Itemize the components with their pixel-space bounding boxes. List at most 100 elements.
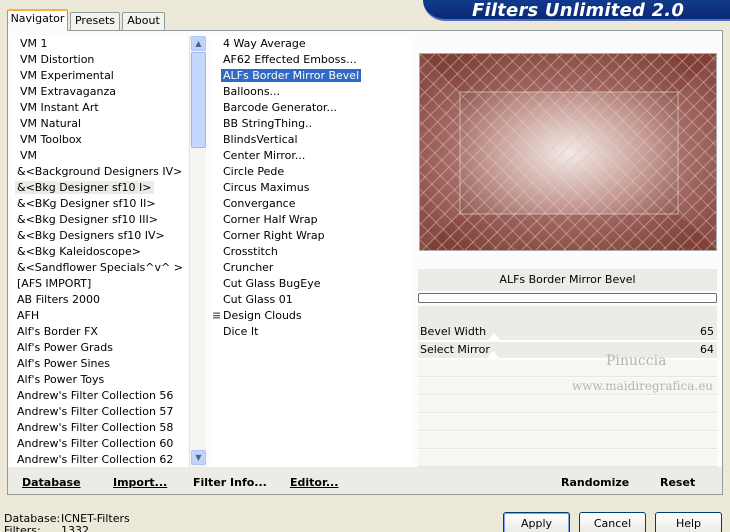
category-item[interactable]: Andrew's Filter Collection 57 [12,404,188,420]
category-item[interactable]: &<BKg Designer sf10 II> [12,196,188,212]
category-label: VM Toolbox [20,133,82,146]
category-item[interactable]: VM Extravaganza [12,84,188,100]
scroll-thumb[interactable] [191,52,206,148]
filter-item[interactable]: Barcode Generator... [211,100,411,116]
filter-item[interactable]: 4 Way Average [211,36,411,52]
category-label: Andrew's Filter Collection 57 [17,405,174,418]
filter-label: BlindsVertical [223,133,298,146]
category-item[interactable]: Alf's Power Grads [12,340,188,356]
param-row-bevel-width[interactable]: Bevel Width 65 [418,324,717,341]
category-item[interactable]: VM Distortion [12,52,188,68]
tab-navigator[interactable]: Navigator [7,9,68,31]
category-item[interactable]: &<Sandflower Specials^v^ > [12,260,188,276]
progress-bar [418,293,717,303]
filter-info-label: Filter Info... [193,476,267,489]
filter-item[interactable]: Convergance [211,196,411,212]
category-item[interactable]: AFH [12,308,188,324]
category-item[interactable]: VM Natural [12,116,188,132]
filter-item[interactable]: ≡ Design Clouds [211,308,411,324]
database-button[interactable]: Database [22,476,81,489]
category-item[interactable]: Alf's Border FX [12,324,188,340]
app-title: Filters Unlimited 2.0 [472,0,685,21]
param-row-empty [418,396,717,413]
filter-item[interactable]: Corner Half Wrap [211,212,411,228]
reset-button[interactable]: Reset [660,476,695,489]
category-list[interactable]: VM 1 VM Distortion VM Experimental VM Extra… [12,36,188,467]
watermark-name: Pinuccia [606,353,667,369]
category-item[interactable]: Alf's Power Toys [12,372,188,388]
editor-button[interactable]: Editor... [290,476,338,489]
filter-item[interactable]: BB StringThing.. [211,116,411,132]
filter-item[interactable]: Corner Right Wrap [211,228,411,244]
filter-item[interactable]: ALFs Border Mirror Bevel [211,68,411,84]
tab-presets[interactable]: Presets [70,12,120,30]
category-item[interactable]: VM 1 [12,36,188,52]
category-label: AB Filters 2000 [17,293,101,306]
cancel-button[interactable]: Cancel [579,512,646,532]
preview-graphic [420,54,716,250]
filter-item[interactable]: AF62 Effected Emboss... [211,52,411,68]
filter-item[interactable]: Crosstitch [211,244,411,260]
category-item[interactable]: &<Bkg Kaleidoscope> [12,244,188,260]
filter-label: ALFs Border Mirror Bevel [221,69,362,82]
help-button[interactable]: Help [655,512,722,532]
filter-list[interactable]: 4 Way Average AF62 Effected Emboss... ALFs… [211,36,411,467]
category-item[interactable]: Andrew's Filter Collection 58 [12,420,188,436]
tab-label: About [127,14,160,27]
category-item[interactable]: &<Bkg Designers sf10 IV> [12,228,188,244]
filter-label: Dice It [223,325,259,338]
category-label: Alf's Border FX [17,325,98,338]
category-item[interactable]: AB Filters 2000 [12,292,188,308]
filter-item[interactable]: Cruncher [211,260,411,276]
filter-label: Circle Pede [223,165,285,178]
category-item[interactable]: Andrew's Filter Collection 56 [12,388,188,404]
scroll-down-icon[interactable]: ▼ [191,450,206,465]
filter-label: Circus Maximus [223,181,310,194]
apply-button[interactable]: Apply [503,512,570,532]
filter-item[interactable]: Cut Glass 01 [211,292,411,308]
category-scrollbar[interactable]: ▲ ▼ [189,36,206,467]
category-item[interactable]: VM [12,148,188,164]
category-item[interactable]: &<Bkg Designer sf10 III> [12,212,188,228]
category-item[interactable]: VM Toolbox [12,132,188,148]
category-item[interactable]: VM Instant Art [12,100,188,116]
filter-item[interactable]: Cut Glass BugEye [211,276,411,292]
filter-item[interactable]: Circle Pede [211,164,411,180]
category-item[interactable]: Andrew's Filter Collection 60 [12,436,188,452]
filter-label: Crosstitch [223,245,278,258]
filter-item[interactable]: Circus Maximus [211,180,411,196]
reset-label: Reset [660,476,696,489]
randomize-button[interactable]: Randomize [561,476,629,489]
filter-item[interactable]: BlindsVertical [211,132,411,148]
filter-label: BB StringThing.. [223,117,313,130]
scroll-up-icon[interactable]: ▲ [191,36,206,51]
category-item[interactable]: Alf's Power Sines [12,356,188,372]
params-spacer [418,306,717,324]
param-row-select-mirror[interactable]: Select Mirror 64 [418,342,717,359]
category-label: &<Bkg Kaleidoscope> [17,245,142,258]
category-item[interactable]: &<Background Designers IV> [12,164,188,180]
category-label: Andrew's Filter Collection 60 [17,437,174,450]
filter-item[interactable]: Dice It [211,324,411,340]
filter-label: 4 Way Average [223,37,306,50]
category-label: VM Extravaganza [20,85,117,98]
filter-item[interactable]: Balloons... [211,84,411,100]
import-label: Import... [113,476,168,489]
filter-label: Cruncher [223,261,274,274]
tab-about[interactable]: About [122,12,165,30]
slider-thumb[interactable] [487,351,499,358]
filter-info-button[interactable]: Filter Info... [193,476,267,489]
import-button[interactable]: Import... [113,476,167,489]
filter-item[interactable]: Center Mirror... [211,148,411,164]
slider-thumb[interactable] [488,333,500,340]
param-label: Bevel Width [420,325,487,338]
filter-label: AF62 Effected Emboss... [223,53,357,66]
category-item[interactable]: Andrew's Filter Collection 62 [12,452,188,467]
category-label: VM 1 [20,37,48,50]
category-item[interactable]: VM Experimental [12,68,188,84]
filter-label: Corner Half Wrap [223,213,318,226]
category-item[interactable]: [AFS IMPORT] [12,276,188,292]
category-item[interactable]: &<Bkg Designer sf10 I> [12,180,188,196]
category-label: [AFS IMPORT] [17,277,92,290]
param-label: Select Mirror [420,343,490,356]
